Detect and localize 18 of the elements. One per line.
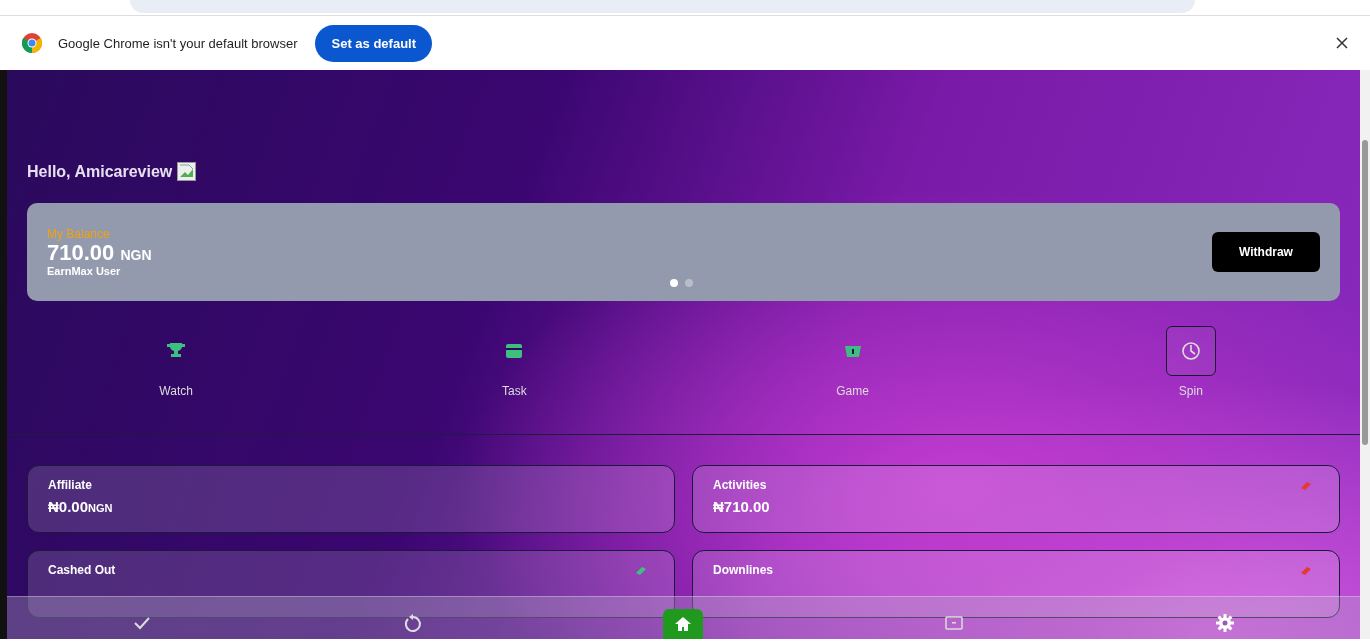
stat-label: Cashed Out (48, 563, 117, 577)
greeting: Hello, Amicareview (27, 162, 173, 181)
stat-unit: NGN (88, 502, 113, 514)
shortcut-label[interactable]: Watch (159, 384, 193, 398)
stat-label: Activities (713, 478, 768, 492)
shortcut-label[interactable]: Game (836, 384, 869, 398)
stat-label: Downlines (713, 563, 774, 577)
shortcut-label[interactable]: Task (502, 384, 527, 398)
stat-label: Affiliate (48, 478, 93, 492)
balance-label: My Balance (47, 226, 111, 241)
set-default-button[interactable]: Set as default (315, 24, 432, 62)
user-label: EarnMax User (47, 265, 122, 278)
shortcut-label[interactable]: Spin (1178, 384, 1203, 398)
stat-value: ₦710.00 (713, 498, 770, 515)
infobar-message: Google Chrome isn't your default browser (58, 35, 298, 51)
withdraw-button[interactable]: Withdraw (1212, 232, 1320, 272)
stat-value: ₦0.00 (48, 498, 89, 515)
currency-label: NGN (120, 246, 152, 263)
